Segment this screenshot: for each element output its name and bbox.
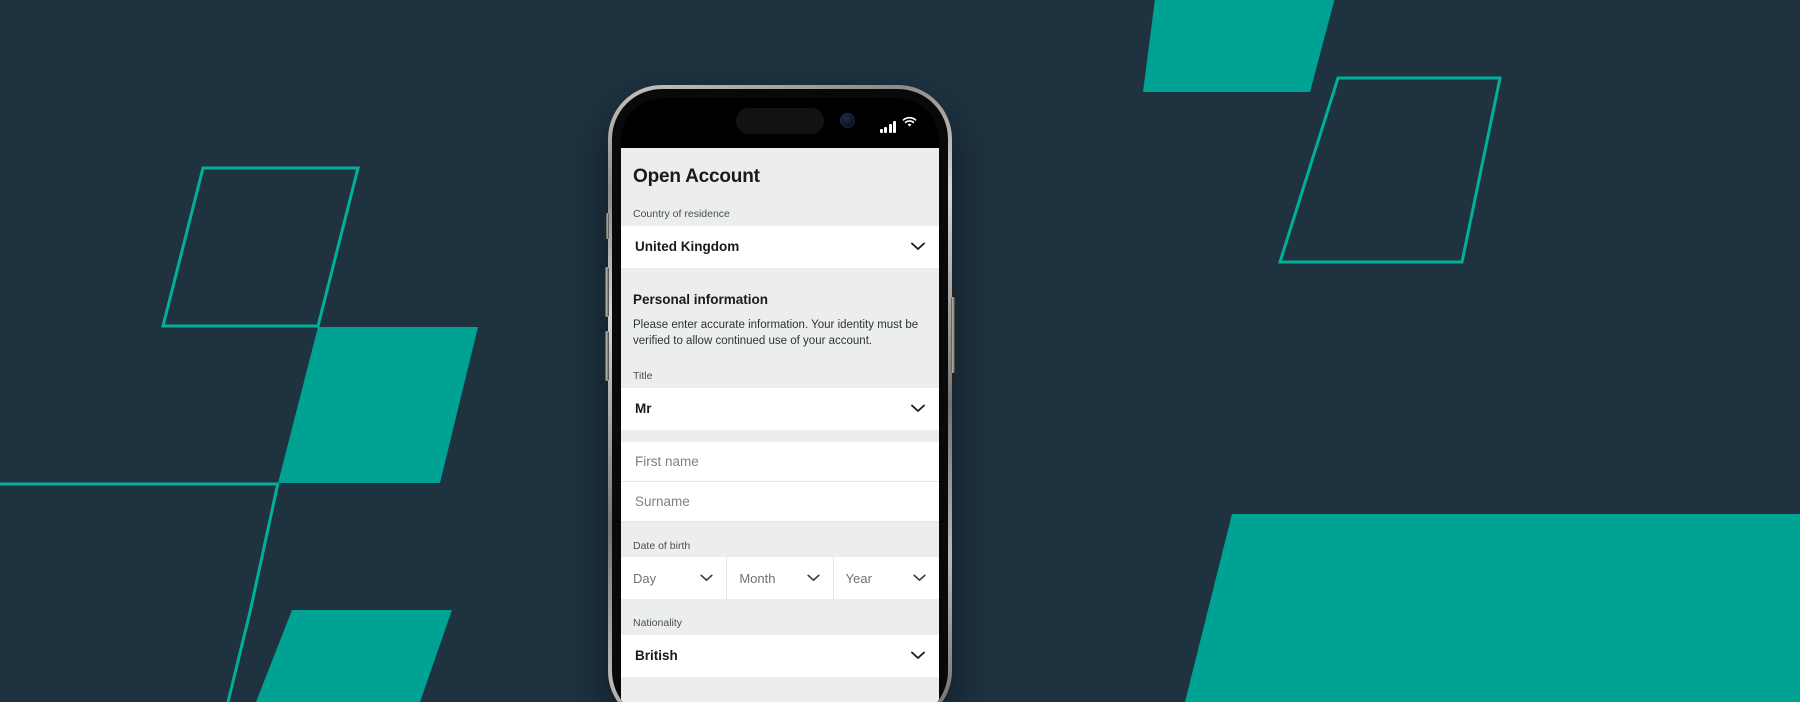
chevron-down-icon: [911, 242, 925, 251]
app-screen: Open Account Country of residence United…: [621, 148, 939, 702]
phone-volume-up-button[interactable]: [605, 267, 609, 317]
nationality-select[interactable]: British: [621, 634, 939, 677]
chevron-down-icon: [807, 574, 821, 583]
status-bar: [621, 98, 939, 148]
cellular-signal-icon: [879, 121, 896, 133]
phone-silent-switch[interactable]: [606, 213, 609, 239]
front-camera-icon: [840, 113, 855, 128]
personal-information-description: Please enter accurate information. Your …: [633, 318, 919, 348]
title-label: Title: [633, 369, 653, 382]
wifi-icon: [902, 115, 917, 133]
chevron-down-icon: [913, 574, 927, 583]
date-of-birth-label: Date of birth: [633, 539, 691, 552]
phone-mockup: Open Account Country of residence United…: [605, 85, 955, 702]
nationality-label: Nationality: [633, 617, 683, 630]
phone-body: Open Account Country of residence United…: [612, 89, 948, 702]
chevron-down-icon: [911, 404, 925, 413]
shape-filled-bottomright: [1185, 514, 1800, 702]
personal-information-heading: Personal information: [633, 291, 769, 307]
first-name-input[interactable]: First name: [621, 441, 939, 482]
surname-placeholder: Surname: [635, 493, 690, 509]
dynamic-island: [736, 108, 824, 134]
country-of-residence-select[interactable]: United Kingdom: [621, 225, 939, 268]
dob-day-value: Day: [633, 570, 657, 586]
page-root: Open Account Country of residence United…: [0, 0, 1800, 702]
phone-frame: Open Account Country of residence United…: [605, 85, 955, 702]
date-of-birth-row: Day Month Year: [621, 557, 939, 600]
surname-input[interactable]: Surname: [621, 481, 939, 522]
dob-year-select[interactable]: Year: [834, 557, 939, 599]
dob-month-select[interactable]: Month: [727, 557, 834, 600]
country-of-residence-label: Country of residence: [633, 208, 730, 220]
chevron-down-icon: [700, 574, 714, 583]
phone-volume-down-button[interactable]: [605, 331, 609, 381]
status-bar-icons: [879, 115, 918, 133]
dob-year-value: Year: [845, 570, 872, 586]
phone-screen: Open Account Country of residence United…: [621, 98, 939, 702]
dob-month-value: Month: [739, 570, 776, 586]
page-title: Open Account: [633, 166, 760, 187]
nationality-value: British: [635, 648, 678, 664]
chevron-down-icon: [911, 651, 925, 660]
phone-power-button[interactable]: [951, 297, 955, 373]
title-value: Mr: [635, 401, 652, 417]
dob-day-select[interactable]: Day: [621, 557, 728, 600]
country-of-residence-value: United Kingdom: [635, 239, 740, 255]
first-name-placeholder: First name: [635, 453, 699, 469]
title-select[interactable]: Mr: [621, 387, 939, 430]
